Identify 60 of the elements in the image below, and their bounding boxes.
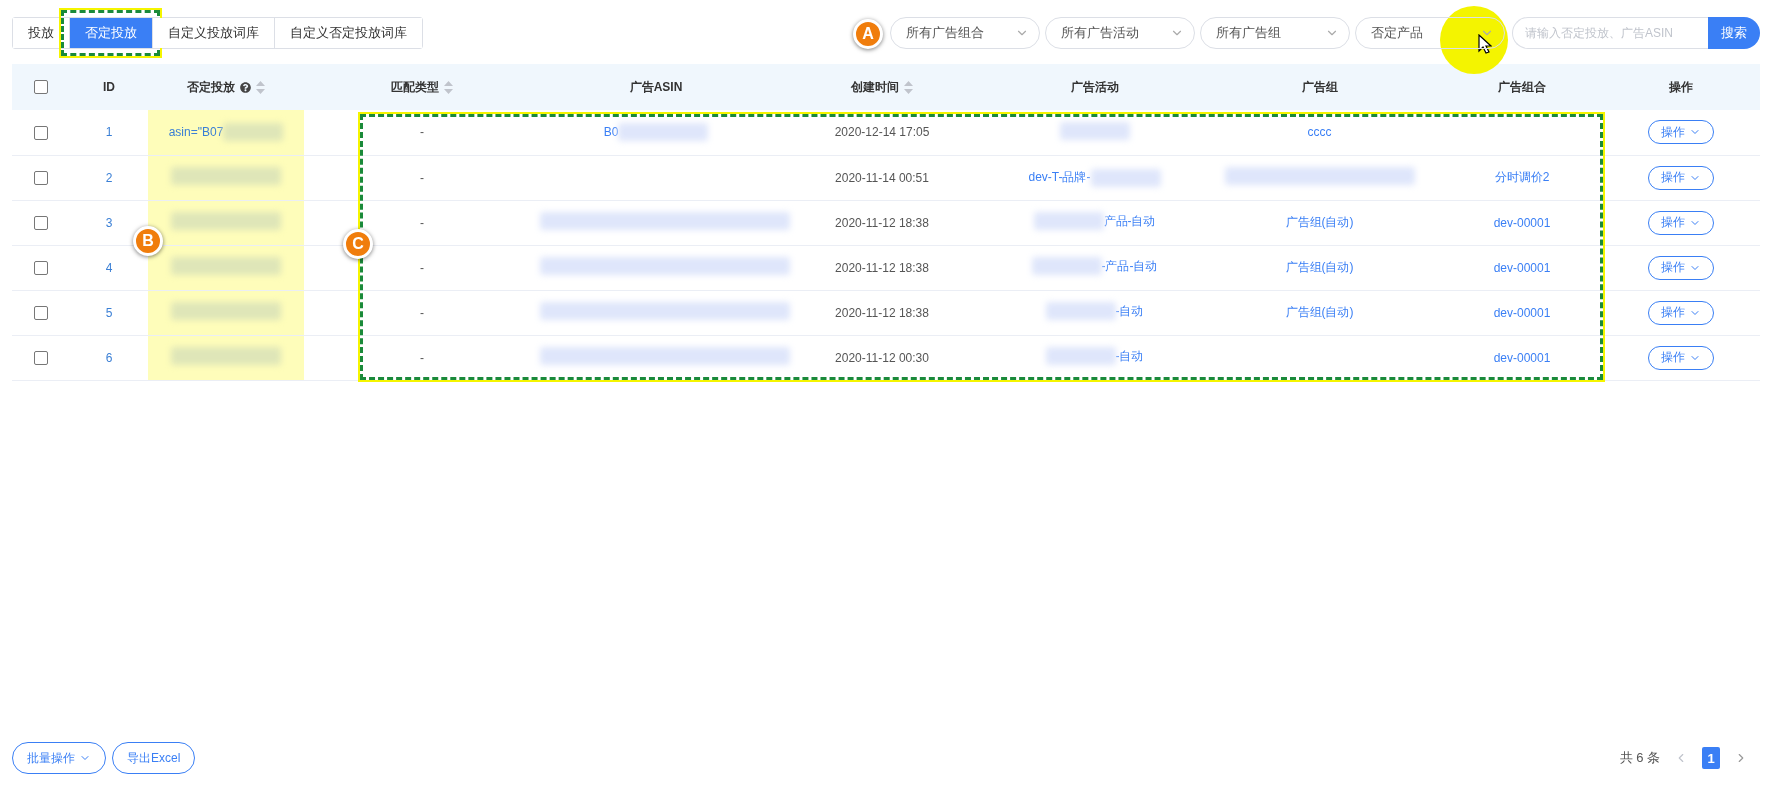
search-button[interactable]: 搜索 [1708, 17, 1760, 49]
column-header: 操作 [1669, 78, 1693, 96]
cell-text: 2020-12-14 17:05 [834, 125, 930, 140]
cell-text: 5 [105, 305, 113, 320]
cell-text: 1 [105, 125, 113, 140]
column-header: 广告ASIN [629, 78, 683, 96]
tab[interactable]: 否定投放 [69, 18, 152, 48]
column-header: 创建时间 [851, 78, 899, 96]
cell-text: - [420, 260, 424, 275]
search-field[interactable]: 请输入否定投放、广告ASIN [1512, 17, 1708, 49]
action-button[interactable]: 操作 [1648, 345, 1714, 370]
cell-text: asin="B07 [168, 125, 224, 140]
link[interactable]: 广告组(自动) [1285, 259, 1354, 276]
cell-text: 2020-11-14 00:51 [835, 170, 929, 185]
column-header: 广告活动 [1070, 78, 1119, 96]
link[interactable]: B0 [603, 125, 619, 140]
total-count: 共 6 条 [1619, 749, 1660, 767]
annotation-badge: C [343, 229, 373, 259]
column-header: 广告组 [1301, 78, 1338, 96]
action-button[interactable]: 操作 [1648, 210, 1714, 235]
cell-text: 2020-11-12 18:38 [835, 215, 929, 230]
cell-text: - [420, 305, 424, 320]
export-button[interactable]: 导出Excel [112, 742, 196, 774]
link[interactable]: cccc [1307, 125, 1332, 140]
column-header: ID [103, 80, 115, 94]
annotation-badge: B [133, 226, 163, 256]
link[interactable]: 产品-自动 [1103, 212, 1156, 230]
link[interactable]: -产品-自动 [1101, 257, 1158, 275]
link[interactable]: -自动 [1115, 347, 1144, 365]
link[interactable]: dev-00001 [1493, 215, 1551, 230]
batch-button[interactable]: 批量操作 [12, 742, 106, 774]
cell-text: 6 [105, 350, 113, 365]
page-button[interactable]: 1 [1702, 747, 1720, 769]
column-header: 广告组合 [1498, 78, 1546, 96]
cell-text: - [420, 125, 424, 140]
link[interactable]: dev-00001 [1493, 350, 1551, 365]
cell-text: 4 [105, 260, 113, 275]
cell-text: 3 [105, 215, 113, 230]
action-button[interactable]: 操作 [1648, 300, 1714, 325]
cell-text: 2 [105, 170, 113, 185]
link[interactable]: 广告组(自动) [1285, 214, 1354, 231]
cell-text: 2020-11-12 18:38 [835, 260, 929, 275]
tab[interactable]: 自定义否定投放词库 [274, 18, 422, 48]
annotation-badge: A [853, 19, 883, 49]
action-button[interactable]: 操作 [1648, 255, 1714, 280]
cell-text: - [420, 170, 424, 185]
link[interactable]: dev-00001 [1493, 305, 1551, 320]
cell-text: - [420, 350, 424, 365]
cell-text: 2020-11-12 18:38 [835, 305, 929, 320]
link[interactable]: 广告组(自动) [1285, 304, 1354, 321]
link[interactable]: dev-T-品牌- [1028, 169, 1091, 186]
cell-text: 2020-11-12 00:30 [835, 350, 929, 365]
link[interactable]: dev-00001 [1493, 260, 1551, 275]
column-header: 匹配类型 [391, 78, 439, 96]
link[interactable]: -自动 [1115, 302, 1144, 320]
action-button[interactable]: 操作 [1648, 120, 1714, 145]
link[interactable]: 分时调价2 [1494, 169, 1550, 186]
column-header: 否定投放 [187, 78, 235, 96]
cell-text: - [420, 215, 424, 230]
action-button[interactable]: 操作 [1648, 165, 1714, 190]
